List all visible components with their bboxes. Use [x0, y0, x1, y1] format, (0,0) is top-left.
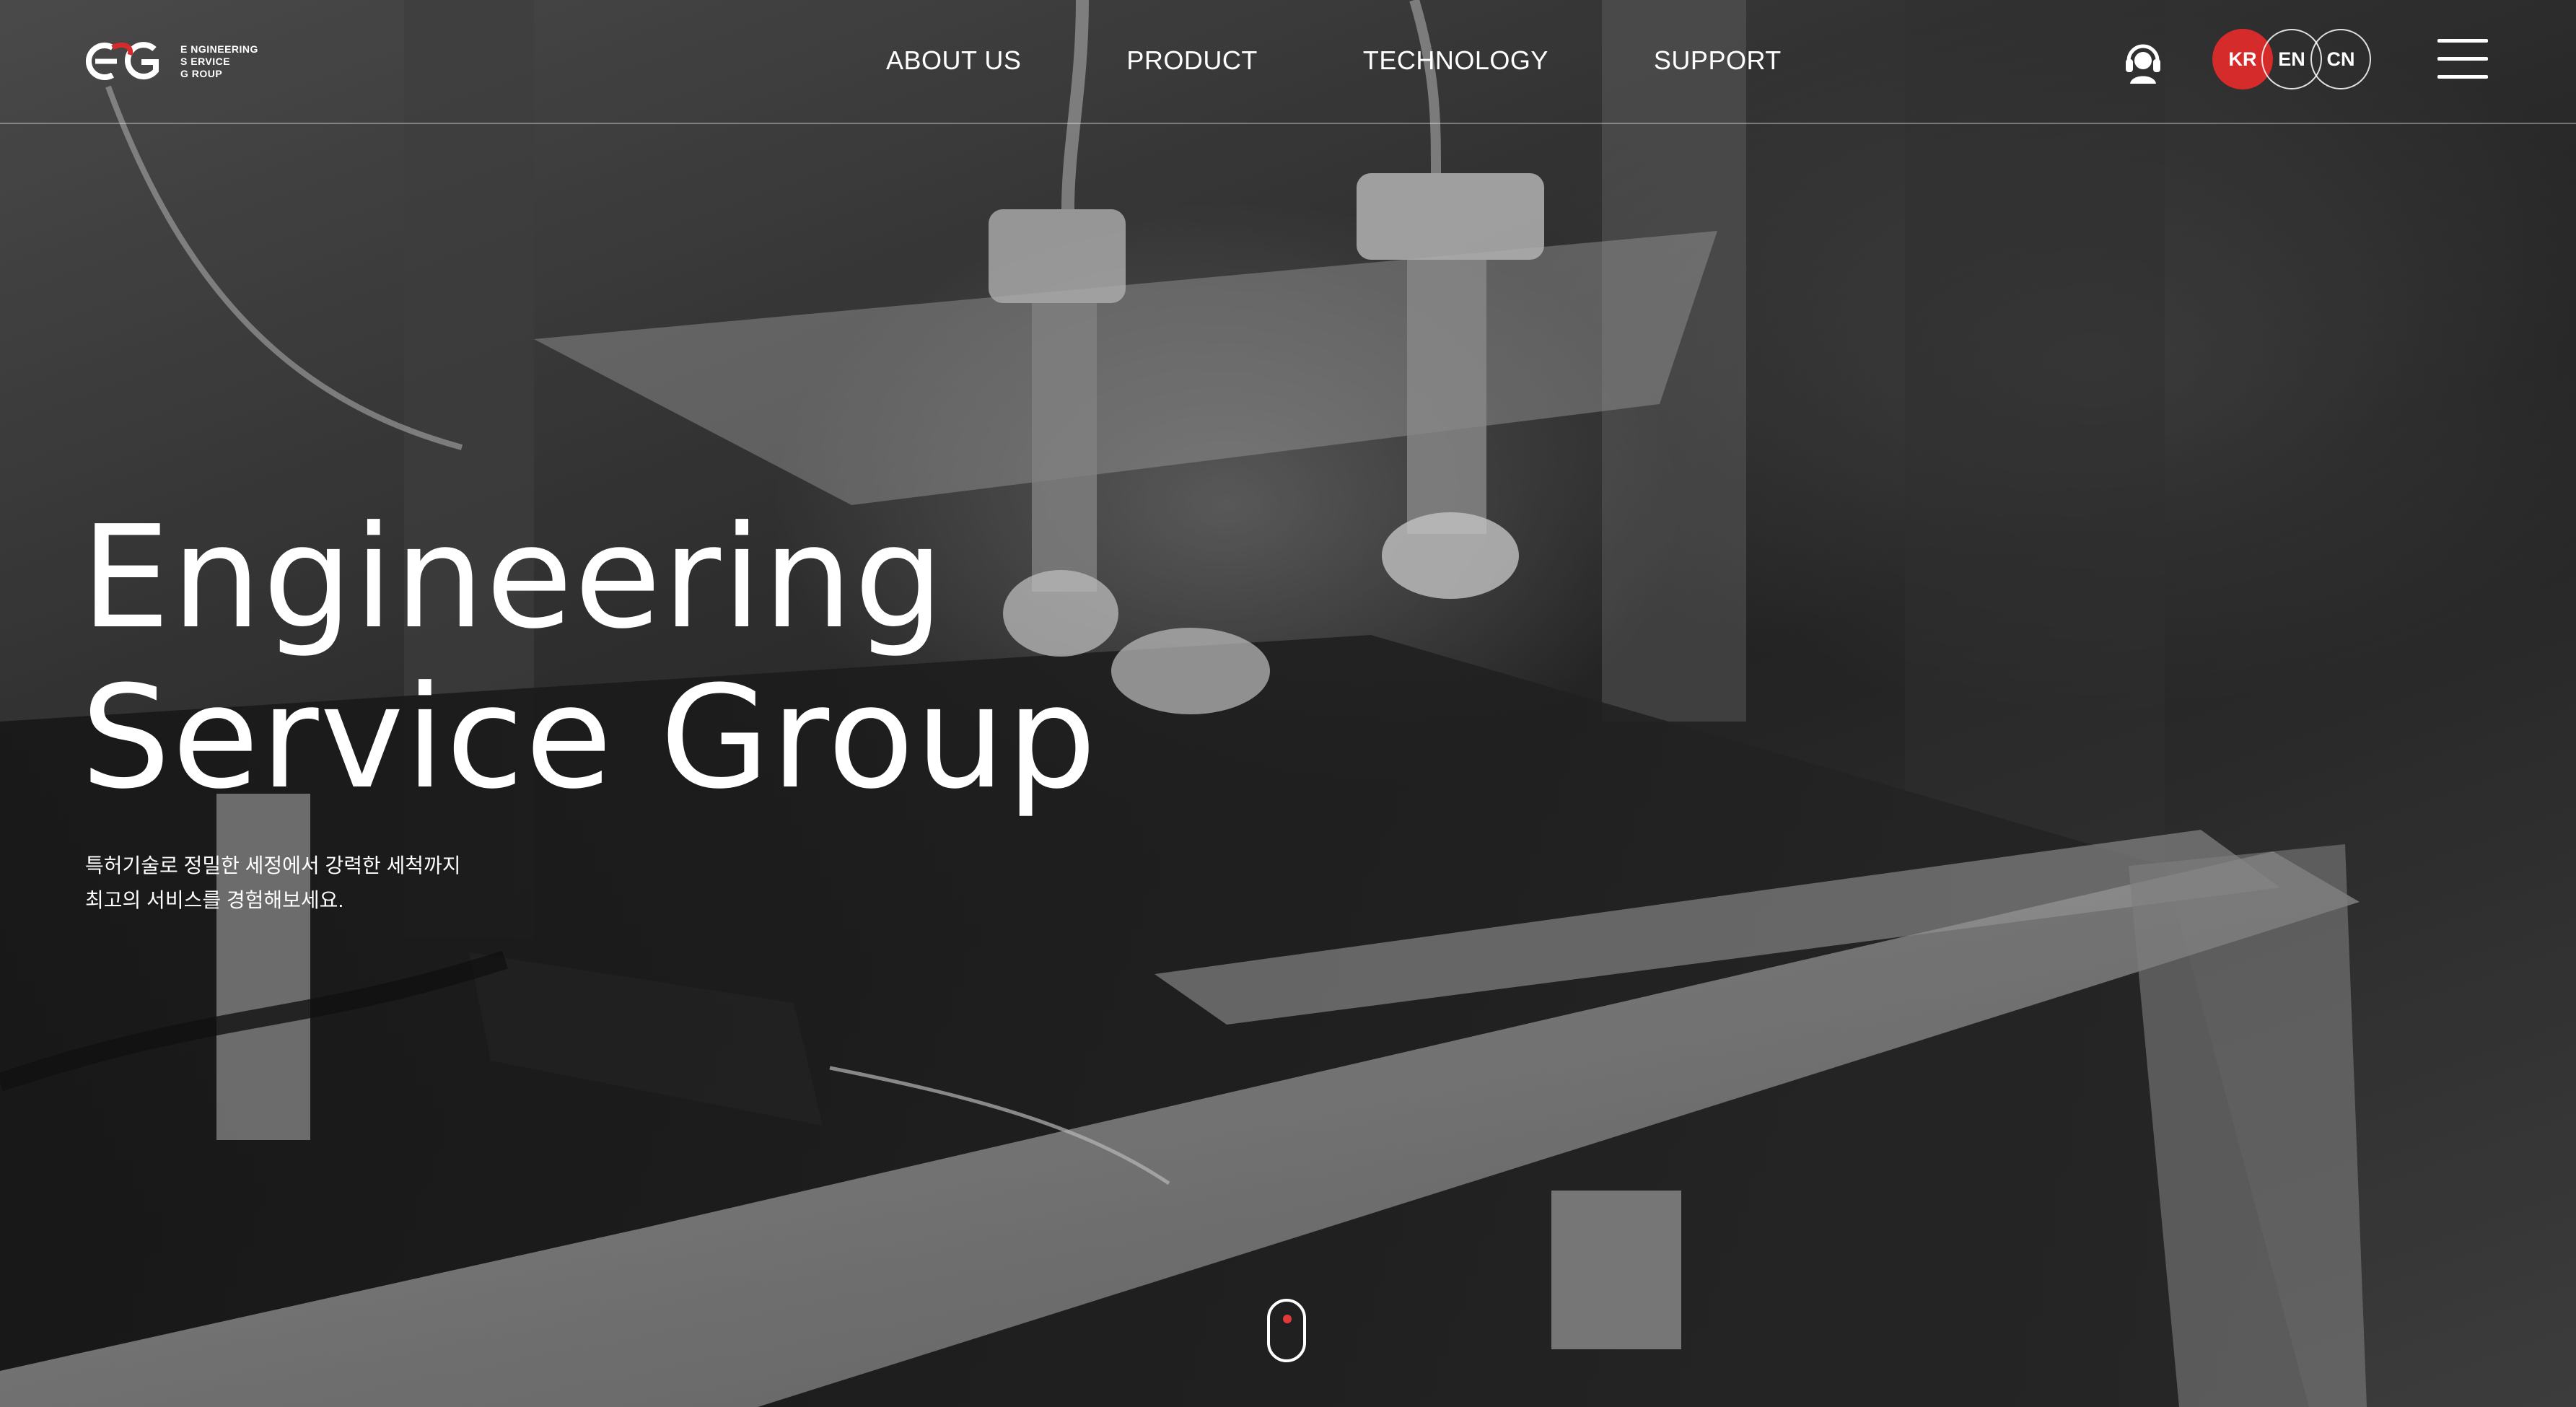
- nav-about-us[interactable]: ABOUT US: [886, 42, 1021, 79]
- eg-logo-mark-icon: [85, 42, 159, 80]
- nav-support[interactable]: SUPPORT: [1654, 42, 1782, 79]
- main-nav: ABOUT US PRODUCT TECHNOLOGY SUPPORT: [886, 42, 1782, 79]
- hero-title: Engineering Service Group: [81, 498, 1098, 818]
- scroll-mouse-icon[interactable]: [1267, 1299, 1306, 1362]
- hero-title-line-1: Engineering: [81, 496, 945, 660]
- nav-product[interactable]: PRODUCT: [1126, 42, 1258, 79]
- hero-title-line-2: Service Group: [81, 656, 1098, 820]
- hero-subtitle: 특허기술로 정밀한 세정에서 강력한 세척까지 최고의 서비스를 경험해보세요.: [85, 849, 461, 918]
- logo-line-2: S ERVICE: [180, 55, 231, 67]
- site-header: E NGINEERING S ERVICE G ROUP ABOUT US PR…: [0, 0, 2576, 124]
- language-switcher: KR EN CN: [2212, 29, 2371, 89]
- nav-technology[interactable]: TECHNOLOGY: [1363, 42, 1548, 79]
- hamburger-menu-icon[interactable]: [2437, 39, 2488, 79]
- lang-cn-button[interactable]: CN: [2310, 29, 2371, 89]
- headset-icon[interactable]: [2123, 39, 2163, 85]
- site-logo[interactable]: E NGINEERING S ERVICE G ROUP: [85, 36, 273, 87]
- hero-subtitle-line-1: 특허기술로 정밀한 세정에서 강력한 세척까지: [85, 854, 461, 877]
- logo-line-3: G ROUP: [180, 67, 223, 79]
- hero-subtitle-line-2: 최고의 서비스를 경험해보세요.: [85, 889, 344, 911]
- logo-wordmark: E NGINEERING S ERVICE G ROUP: [180, 43, 258, 80]
- logo-line-1: E NGINEERING: [180, 43, 258, 55]
- hero-section: E NGINEERING S ERVICE G ROUP ABOUT US PR…: [0, 0, 2576, 1407]
- scroll-dot: [1283, 1315, 1292, 1323]
